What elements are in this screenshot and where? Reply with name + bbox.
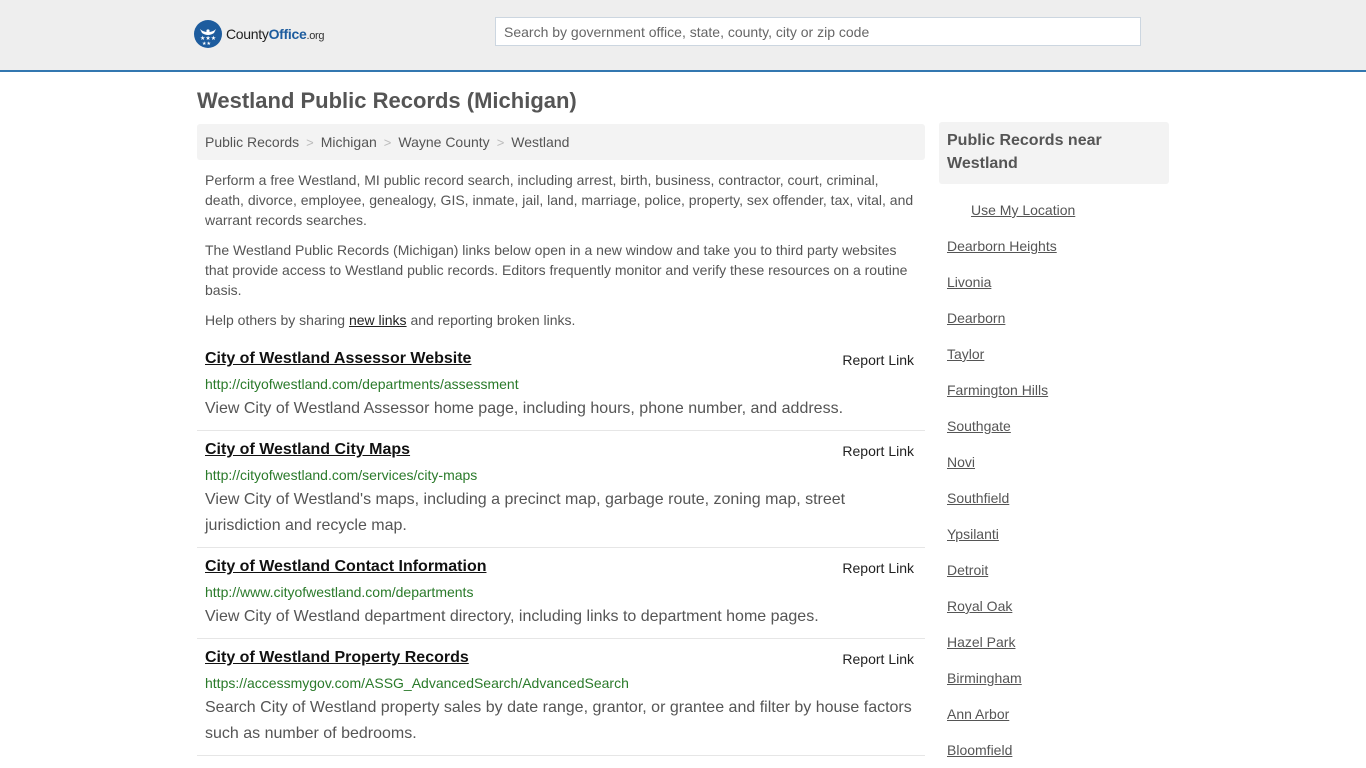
breadcrumb-michigan[interactable]: Michigan bbox=[321, 134, 377, 150]
record-url: http://cityofwestland.com/departments/as… bbox=[205, 376, 519, 392]
sidebar-city-link[interactable]: Royal Oak bbox=[947, 598, 1012, 614]
sidebar-city-link[interactable]: Hazel Park bbox=[947, 634, 1015, 650]
search-input[interactable] bbox=[495, 17, 1141, 46]
record-description: View City of Westland department directo… bbox=[205, 608, 819, 625]
breadcrumb-separator: > bbox=[306, 134, 314, 150]
breadcrumb-public-records[interactable]: Public Records bbox=[205, 134, 299, 150]
sidebar-city-link[interactable]: Southgate bbox=[947, 418, 1011, 434]
record-description: View City of Westland's maps, including … bbox=[205, 491, 846, 534]
logo-wordmark: CountyOffice.org bbox=[226, 26, 325, 42]
sidebar-city-link[interactable]: Birmingham bbox=[947, 670, 1022, 686]
sidebar-city-link[interactable]: Southfield bbox=[947, 490, 1009, 506]
record-title-link[interactable]: City of Westland Assessor Website bbox=[205, 350, 471, 368]
sidebar-city-link[interactable]: Taylor bbox=[947, 346, 984, 362]
intro-paragraph: Perform a free Westland, MI public recor… bbox=[205, 172, 914, 228]
record-item: City of Westland Assessor Website Report… bbox=[197, 350, 925, 431]
report-link-button[interactable]: Report Link bbox=[842, 443, 914, 459]
sidebar-city-link[interactable]: Dearborn Heights bbox=[947, 238, 1057, 254]
sidebar-city-link[interactable]: Farmington Hills bbox=[947, 382, 1048, 398]
sidebar-city-link[interactable]: Dearborn bbox=[947, 310, 1005, 326]
help-suffix: and reporting broken links. bbox=[406, 312, 576, 328]
report-link-button[interactable]: Report Link bbox=[842, 560, 914, 576]
record-url: http://www.cityofwestland.com/department… bbox=[205, 584, 474, 600]
breadcrumb-separator: > bbox=[383, 134, 392, 150]
page-title: Westland Public Records (Michigan) bbox=[197, 88, 577, 113]
eagle-stars-badge-icon: ★★★ ★★ bbox=[194, 20, 222, 48]
record-item: City of Westland Property Records Report… bbox=[197, 649, 925, 756]
site-header: ★★★ ★★ CountyOffice.org bbox=[0, 0, 1366, 72]
sidebar-heading: Public Records near Westland bbox=[939, 122, 1169, 184]
record-url: http://cityofwestland.com/services/city-… bbox=[205, 467, 478, 483]
new-links-link[interactable]: new links bbox=[349, 312, 407, 328]
record-title-link[interactable]: City of Westland Contact Information bbox=[205, 558, 486, 576]
logo-link[interactable]: ★★★ ★★ CountyOffice.org bbox=[194, 20, 325, 48]
logo-tld: .org bbox=[306, 30, 325, 42]
sidebar-city-link[interactable]: Detroit bbox=[947, 562, 988, 578]
logo-office: Office bbox=[268, 26, 307, 42]
report-link-button[interactable]: Report Link bbox=[842, 352, 914, 368]
breadcrumb-wayne-county[interactable]: Wayne County bbox=[398, 134, 489, 150]
sidebar-city-link[interactable]: Livonia bbox=[947, 274, 991, 290]
report-link-button[interactable]: Report Link bbox=[842, 651, 914, 667]
help-prefix: Help others by sharing bbox=[205, 312, 349, 328]
record-description: View City of Westland Assessor home page… bbox=[205, 400, 844, 417]
record-title-link[interactable]: City of Westland City Maps bbox=[205, 441, 410, 459]
use-my-location-link[interactable]: Use My Location bbox=[971, 202, 1075, 218]
svg-text:★★: ★★ bbox=[202, 41, 211, 45]
record-url: https://accessmygov.com/ASSG_AdvancedSea… bbox=[205, 675, 629, 691]
record-title-link[interactable]: City of Westland Property Records bbox=[205, 649, 469, 667]
breadcrumb-separator: > bbox=[496, 134, 505, 150]
sidebar-city-link[interactable]: Novi bbox=[947, 454, 975, 470]
breadcrumb: Public Records > Michigan > Wayne County… bbox=[197, 124, 925, 160]
help-paragraph: Help others by sharing new links and rep… bbox=[205, 310, 920, 330]
record-item: City of Westland City Maps Report Link h… bbox=[197, 441, 925, 548]
sidebar-city-link[interactable]: Ypsilanti bbox=[947, 526, 999, 542]
disclaimer-paragraph: The Westland Public Records (Michigan) l… bbox=[205, 242, 908, 298]
record-item: City of Westland Contact Information Rep… bbox=[197, 558, 925, 639]
record-description: Search City of Westland property sales b… bbox=[205, 699, 912, 742]
logo-county: County bbox=[226, 26, 269, 42]
sidebar-city-link[interactable]: Bloomfield bbox=[947, 742, 1012, 758]
breadcrumb-westland: Westland bbox=[511, 134, 570, 150]
sidebar-city-link[interactable]: Ann Arbor bbox=[947, 706, 1009, 722]
